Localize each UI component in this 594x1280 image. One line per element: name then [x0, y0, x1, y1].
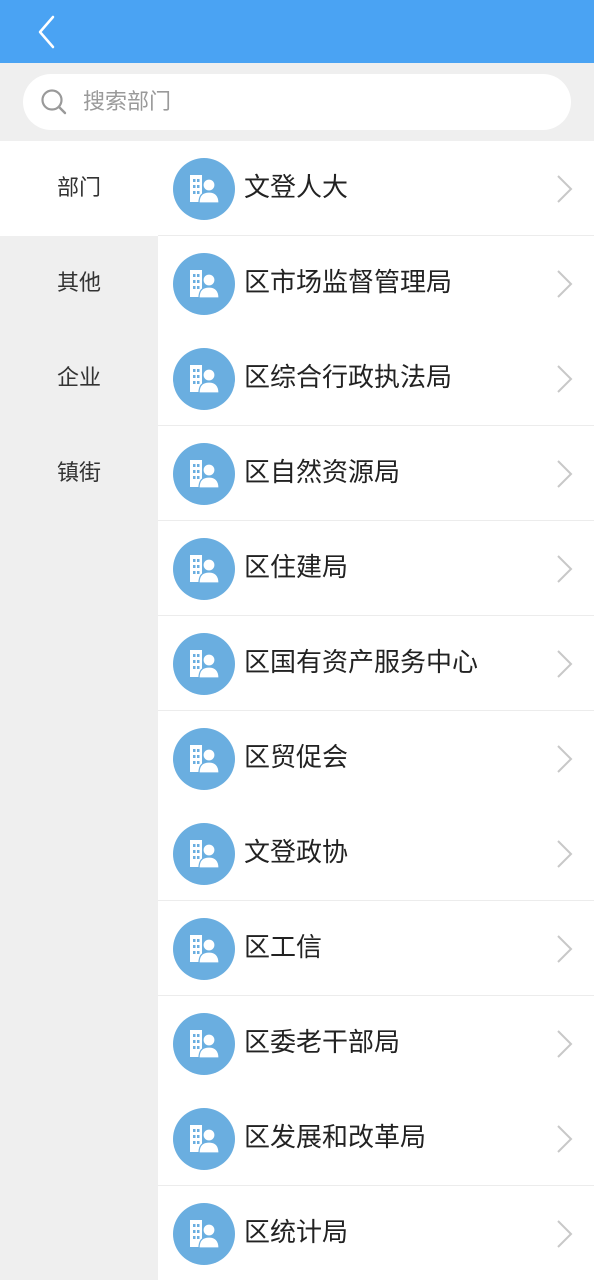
department-avatar	[173, 1013, 235, 1075]
department-name: 区统计局	[244, 1218, 349, 1248]
department-building-icon	[190, 1125, 220, 1154]
sidebar-item[interactable]: 企业	[0, 331, 158, 426]
sidebar-item[interactable]: 其他	[0, 236, 158, 331]
department-name: 区住建局	[244, 553, 349, 583]
chevron-right-icon	[557, 840, 573, 868]
department-avatar	[173, 823, 235, 885]
department-building-icon	[190, 175, 220, 204]
department-name: 区工信	[244, 933, 323, 963]
department-building-icon	[190, 935, 220, 964]
department-building-icon	[190, 1220, 220, 1249]
chevron-right-icon	[557, 1125, 573, 1153]
department-avatar	[173, 158, 235, 220]
department-building-icon	[190, 840, 220, 869]
department-row[interactable]: 区统计局	[158, 1186, 594, 1280]
department-avatar	[173, 633, 235, 695]
department-avatar	[173, 443, 235, 505]
department-name: 区贸促会	[244, 743, 349, 773]
department-building-icon	[190, 1030, 220, 1059]
department-avatar	[173, 348, 235, 410]
search-input[interactable]	[83, 74, 553, 130]
department-list: 文登人大区市场监督管理局 区综合行政执法局 区自然资源局 区住建局区国有资产服务中心区…	[158, 141, 594, 1280]
department-building-icon	[190, 555, 220, 584]
department-row[interactable]: 区发展和改革局	[158, 1091, 594, 1186]
department-name: 文登政协	[244, 838, 349, 868]
category-sidebar: 部门 其他 企业 镇街	[0, 141, 158, 1280]
department-avatar	[173, 538, 235, 600]
chevron-right-icon	[557, 650, 573, 678]
department-row[interactable]: 文登人大	[158, 141, 594, 236]
chevron-right-icon	[557, 460, 573, 488]
department-row[interactable]: 区国有资产服务中心	[158, 616, 594, 711]
chevron-right-icon	[557, 1030, 573, 1058]
department-avatar	[173, 1108, 235, 1170]
department-row[interactable]: 区自然资源局	[158, 426, 594, 521]
chevron-right-icon	[557, 270, 573, 298]
department-row[interactable]: 区工信	[158, 901, 594, 996]
chevron-left-icon	[38, 15, 55, 49]
department-row[interactable]: 区市场监督管理局	[158, 236, 594, 331]
department-name: 区自然资源局	[244, 458, 401, 488]
department-building-icon	[190, 745, 220, 774]
department-name: 文登人大	[244, 173, 349, 203]
chevron-right-icon	[557, 1220, 573, 1248]
department-name: 区国有资产服务中心	[244, 648, 479, 678]
department-row[interactable]: 区委老干部局	[158, 996, 594, 1091]
department-row[interactable]: 区住建局	[158, 521, 594, 616]
department-avatar	[173, 253, 235, 315]
department-name: 区市场监督管理局	[244, 268, 453, 298]
department-name: 区发展和改革局	[244, 1123, 427, 1153]
app-header	[0, 0, 594, 63]
department-building-icon	[190, 460, 220, 489]
department-building-icon	[190, 365, 220, 394]
search-bar	[0, 63, 594, 141]
department-row[interactable]: 区综合行政执法局	[158, 331, 594, 426]
search-box[interactable]	[23, 74, 571, 130]
department-name: 区综合行政执法局	[244, 363, 453, 393]
department-avatar	[173, 1203, 235, 1265]
department-row[interactable]: 区贸促会	[158, 711, 594, 806]
chevron-right-icon	[557, 365, 573, 393]
department-building-icon	[190, 270, 220, 299]
sidebar-item[interactable]: 部门	[0, 141, 158, 236]
chevron-right-icon	[557, 745, 573, 773]
department-avatar	[173, 728, 235, 790]
sidebar-item[interactable]: 镇街	[0, 426, 158, 521]
search-icon	[41, 89, 67, 115]
back-button[interactable]	[22, 8, 70, 56]
department-row[interactable]: 文登政协	[158, 806, 594, 901]
chevron-right-icon	[557, 175, 573, 203]
department-avatar	[173, 918, 235, 980]
department-name: 区委老干部局	[244, 1028, 401, 1058]
chevron-right-icon	[557, 935, 573, 963]
department-building-icon	[190, 650, 220, 679]
chevron-right-icon	[557, 555, 573, 583]
